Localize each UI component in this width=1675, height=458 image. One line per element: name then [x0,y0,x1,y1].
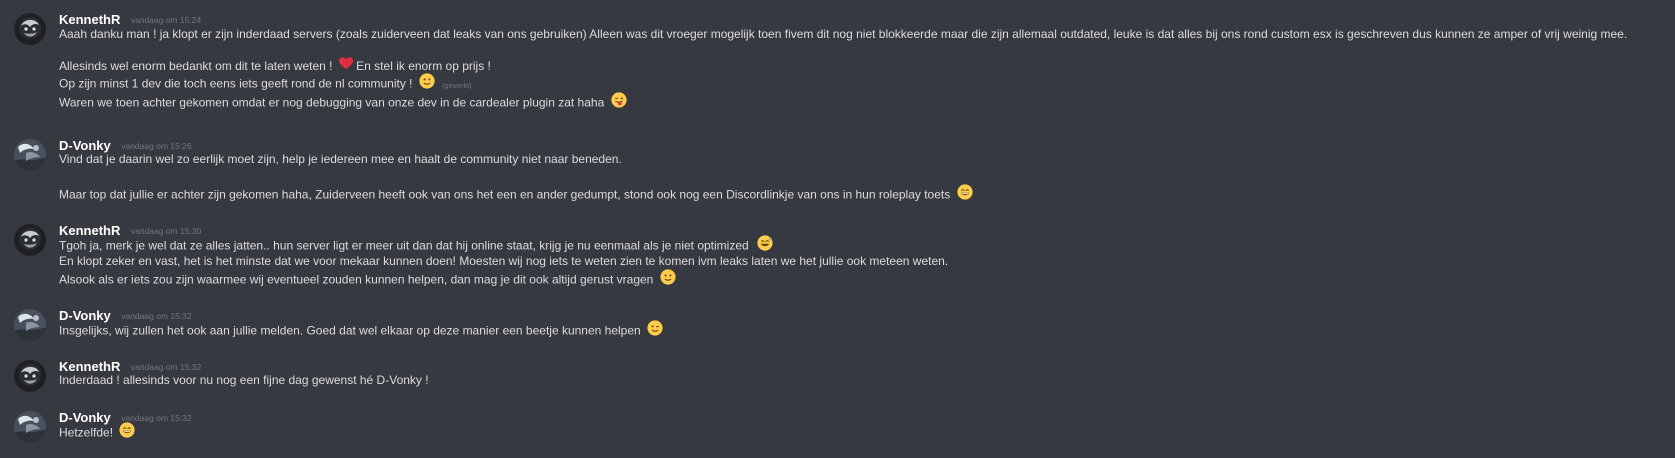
avatar[interactable] [14,360,46,392]
timestamp: vandaag om 15:32 [130,362,202,372]
message-line: Hetzelfde! [59,423,135,444]
message-group: KennethR vandaag om 15:32 Inderdaad ! al… [0,358,1675,392]
message-text: Waren we toen achter gekomen omdat er no… [59,95,605,110]
timestamp: vandaag om 15:30 [130,226,202,236]
message-line: Vind dat je daarin wel zo eerlijk moet z… [59,151,622,168]
message-group: D-Vonky vandaag om 15:32 Insgelijks, wij… [0,307,1675,341]
avatar[interactable] [14,411,46,443]
grin-emoji-icon [119,422,135,443]
timestamp: vandaag om 15:24 [130,15,202,25]
avatar[interactable] [14,224,46,256]
wink-emoji-icon [647,320,663,341]
message-line: Waren we toen achter gekomen omdat er no… [59,93,627,114]
message-line: Maar top dat jullie er achter zijn gekom… [59,185,973,206]
message-text: Inderdaad ! allesinds voor nu nog een fi… [59,373,429,387]
heart-emoji-icon [338,57,353,75]
message-text: Allesinds wel enorm bedankt om dit te la… [59,59,333,74]
message-group: KennethR vandaag om 15:24 Aaah danku man… [0,11,1675,111]
avatar[interactable] [14,13,46,45]
message-text: En klopt zeker en vast, het is het minst… [59,254,949,268]
username[interactable]: KennethR [59,12,120,27]
message-group: D-Vonky vandaag om 15:26 Vind dat je daa… [0,137,1675,203]
message-line: En klopt zeker en vast, het is het minst… [59,253,948,270]
message-line: Inderdaad ! allesinds voor nu nog een fi… [59,372,429,389]
message-line: Op zijn minst 1 dev die toch eens iets g… [59,74,471,95]
avatar[interactable] [14,139,46,171]
message-text: Aaah danku man ! ja klopt er zijn inderd… [59,27,1628,41]
message-line: Insgelijks, wij zullen het ook aan julli… [59,321,663,342]
message-text: Op zijn minst 1 dev die toch eens iets g… [59,76,413,91]
message-text: En stel ik enorm op prijs ! [356,59,491,74]
timestamp: vandaag om 15:26 [121,141,192,151]
message-text: Tgoh ja, merk je wel dat ze alles jatten… [59,238,749,253]
timestamp: vandaag om 15:32 [121,311,192,321]
edited-label: (gewerkt) [442,82,472,90]
grin-emoji-icon [957,184,973,205]
message-text: Insgelijks, wij zullen het ook aan julli… [59,323,641,338]
message-text: Alsook als er iets zou zijn waarmee wij … [59,272,654,287]
avatar[interactable] [14,309,46,341]
tongue-wink-emoji-icon [611,92,627,113]
message-text: Hetzelfde! [59,425,114,440]
message-line: Aaah danku man ! ja klopt er zijn inderd… [59,26,1627,43]
message-text: Maar top dat jullie er achter zijn gekom… [59,187,951,202]
message-line: Alsook als er iets zou zijn waarmee wij … [59,270,676,291]
message-text: Vind dat je daarin wel zo eerlijk moet z… [59,152,622,166]
slight-smile-emoji-icon [419,73,435,94]
slight-smile-emoji-icon [660,269,676,290]
message-group: KennethR vandaag om 15:30 Tgoh ja, merk … [0,222,1675,290]
message-group: D-Vonky vandaag om 15:32 Hetzelfde! [0,409,1675,445]
